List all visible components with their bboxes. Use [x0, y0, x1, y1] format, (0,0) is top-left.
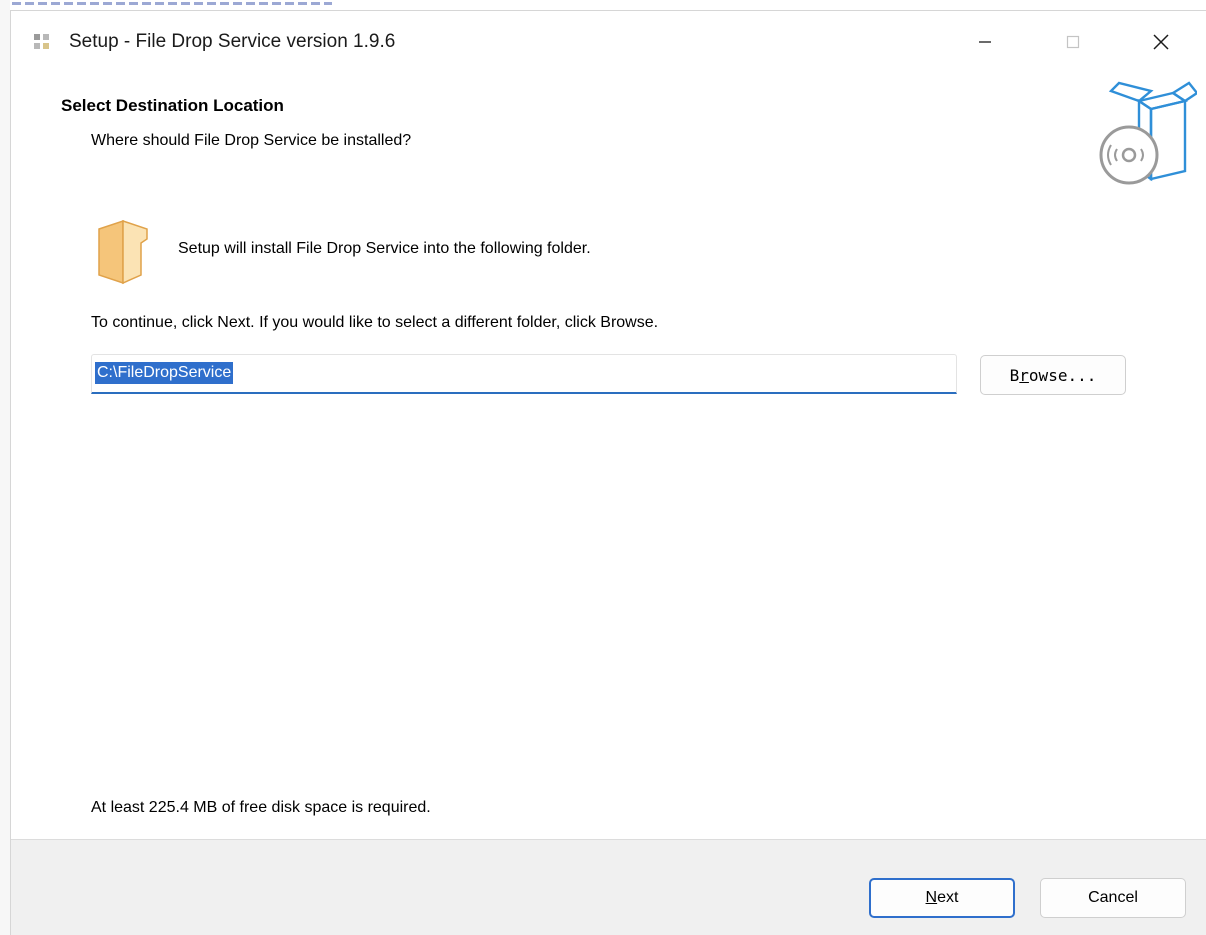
- page-title: Select Destination Location: [61, 96, 284, 115]
- app-icon: [34, 34, 49, 49]
- window-title: Setup - File Drop Service version 1.9.6: [69, 31, 396, 52]
- maximize-button[interactable]: [1029, 11, 1117, 73]
- close-button[interactable]: [1117, 11, 1205, 73]
- disk-space-requirement: At least 225.4 MB of free disk space is …: [91, 799, 431, 816]
- browse-button[interactable]: Br owse...: [980, 355, 1126, 395]
- browse-label-part: B: [1009, 365, 1020, 385]
- destination-path-value: C:\FileDropService: [95, 362, 234, 384]
- install-description: Setup will install File Drop Service int…: [178, 240, 591, 257]
- cancel-button[interactable]: Cancel: [1040, 878, 1186, 918]
- next-label-part: ext: [937, 889, 959, 906]
- background-window-text: [12, 0, 342, 6]
- background-desktop: [0, 0, 10, 935]
- minimize-icon: [979, 41, 991, 43]
- minimize-button[interactable]: [941, 11, 1029, 73]
- button-bar: Next Cancel: [11, 839, 1206, 935]
- page-subtitle: Where should File Drop Service be instal…: [91, 132, 412, 149]
- maximize-icon: [1066, 35, 1080, 49]
- close-icon: [1153, 34, 1169, 50]
- browse-accelerator-key: r: [1019, 365, 1029, 385]
- continue-instructions: To continue, click Next. If you would li…: [91, 314, 659, 331]
- software-box-icon: [1099, 81, 1197, 185]
- destination-path-input[interactable]: C:\FileDropService: [91, 354, 957, 394]
- folder-icon: [98, 219, 148, 285]
- next-button[interactable]: Next: [869, 878, 1015, 918]
- next-accelerator-key: N: [925, 889, 938, 906]
- browse-label-part: owse...: [1028, 365, 1097, 385]
- setup-window: Setup - File Drop Service version 1.9.6 …: [10, 10, 1206, 935]
- title-bar[interactable]: Setup - File Drop Service version 1.9.6: [11, 11, 1206, 77]
